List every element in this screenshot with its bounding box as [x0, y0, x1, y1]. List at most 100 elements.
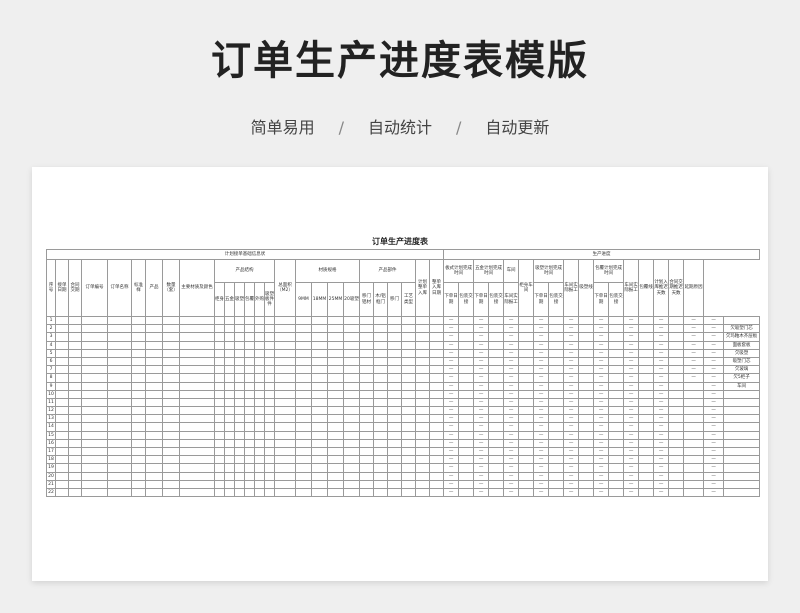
table-cell[interactable] [518, 381, 535, 391]
table-cell[interactable] [488, 389, 505, 399]
row-seq[interactable]: 4 [46, 340, 56, 350]
table-cell[interactable]: — [703, 471, 725, 481]
row-delay-reason[interactable] [723, 406, 761, 416]
table-cell[interactable] [244, 397, 255, 408]
table-cell[interactable] [373, 348, 388, 358]
table-cell[interactable] [608, 381, 625, 391]
table-cell[interactable] [608, 332, 625, 342]
table-cell[interactable] [131, 422, 146, 432]
table-cell[interactable] [327, 397, 344, 408]
table-cell[interactable]: — [703, 348, 725, 358]
table-cell[interactable] [68, 332, 82, 342]
table-cell[interactable] [81, 348, 108, 358]
table-cell[interactable] [131, 332, 146, 342]
table-cell[interactable] [401, 365, 416, 375]
table-cell[interactable] [254, 356, 265, 367]
table-cell[interactable] [107, 471, 132, 481]
table-cell[interactable] [359, 315, 374, 326]
table-cell[interactable] [401, 422, 416, 432]
table-cell[interactable] [638, 406, 655, 416]
table-cell[interactable] [327, 463, 344, 473]
table-cell[interactable] [179, 471, 215, 481]
table-cell[interactable] [578, 438, 595, 449]
table-cell[interactable]: — [533, 479, 550, 489]
table-cell[interactable]: — [503, 406, 520, 416]
row-delay-reason[interactable]: 欠玛釉木齐层板 [723, 332, 761, 342]
table-cell[interactable]: — [653, 479, 670, 489]
table-cell[interactable] [179, 332, 215, 342]
table-cell[interactable]: — [563, 389, 580, 399]
table-cell[interactable] [638, 471, 655, 481]
table-cell[interactable] [81, 356, 108, 367]
table-cell[interactable]: — [503, 373, 520, 383]
table-cell[interactable] [415, 438, 430, 449]
table-cell[interactable] [244, 406, 255, 416]
table-cell[interactable] [234, 365, 245, 375]
table-cell[interactable]: — [473, 348, 490, 358]
table-cell[interactable] [638, 479, 655, 489]
table-cell[interactable] [548, 438, 565, 449]
table-cell[interactable] [387, 406, 402, 416]
table-cell[interactable] [638, 332, 655, 342]
table-cell[interactable] [488, 487, 505, 498]
row-delay-reason[interactable] [723, 389, 761, 399]
table-cell[interactable] [234, 381, 245, 391]
table-cell[interactable]: — [703, 340, 725, 350]
table-cell[interactable] [274, 463, 296, 473]
table-cell[interactable] [264, 471, 275, 481]
table-cell[interactable] [311, 365, 328, 375]
table-cell[interactable] [578, 356, 595, 367]
table-cell[interactable] [668, 365, 685, 375]
table-cell[interactable] [668, 340, 685, 350]
row-seq[interactable]: 22 [46, 487, 56, 498]
table-cell[interactable]: — [473, 373, 490, 383]
table-cell[interactable] [343, 381, 360, 391]
table-cell[interactable] [55, 479, 69, 489]
table-cell[interactable] [254, 340, 265, 350]
table-cell[interactable] [214, 430, 225, 440]
table-cell[interactable] [387, 324, 402, 334]
table-cell[interactable] [311, 348, 328, 358]
table-cell[interactable] [264, 463, 275, 473]
table-cell[interactable]: — [653, 414, 670, 424]
table-cell[interactable] [638, 348, 655, 358]
table-cell[interactable] [81, 414, 108, 424]
row-delay-reason[interactable]: 吸塑门芯 [723, 356, 761, 367]
table-cell[interactable]: — [563, 414, 580, 424]
table-cell[interactable]: — [623, 324, 640, 334]
table-cell[interactable] [179, 324, 215, 334]
table-cell[interactable] [327, 348, 344, 358]
table-cell[interactable]: — [563, 356, 580, 367]
table-cell[interactable]: — [503, 430, 520, 440]
table-cell[interactable] [145, 422, 163, 432]
table-cell[interactable] [373, 397, 388, 408]
table-cell[interactable] [668, 332, 685, 342]
table-cell[interactable] [359, 373, 374, 383]
table-cell[interactable]: — [503, 487, 520, 498]
table-cell[interactable] [343, 348, 360, 358]
table-cell[interactable] [131, 430, 146, 440]
table-cell[interactable] [214, 422, 225, 432]
table-cell[interactable]: — [563, 340, 580, 350]
table-cell[interactable] [162, 348, 180, 358]
table-cell[interactable] [387, 455, 402, 465]
table-cell[interactable]: — [703, 365, 725, 375]
table-cell[interactable] [295, 446, 312, 457]
table-cell[interactable] [162, 487, 180, 498]
table-cell[interactable] [683, 422, 705, 432]
table-cell[interactable]: — [703, 373, 725, 383]
table-cell[interactable] [107, 356, 132, 367]
row-seq[interactable]: 11 [46, 397, 56, 408]
table-cell[interactable] [81, 332, 108, 342]
table-cell[interactable] [274, 406, 296, 416]
table-cell[interactable] [311, 373, 328, 383]
table-cell[interactable] [224, 479, 235, 489]
table-cell[interactable]: — [443, 430, 460, 440]
table-cell[interactable] [638, 414, 655, 424]
table-cell[interactable] [343, 438, 360, 449]
table-cell[interactable]: — [593, 332, 610, 342]
table-cell[interactable] [224, 471, 235, 481]
table-cell[interactable] [387, 373, 402, 383]
table-cell[interactable] [578, 381, 595, 391]
table-cell[interactable] [578, 479, 595, 489]
